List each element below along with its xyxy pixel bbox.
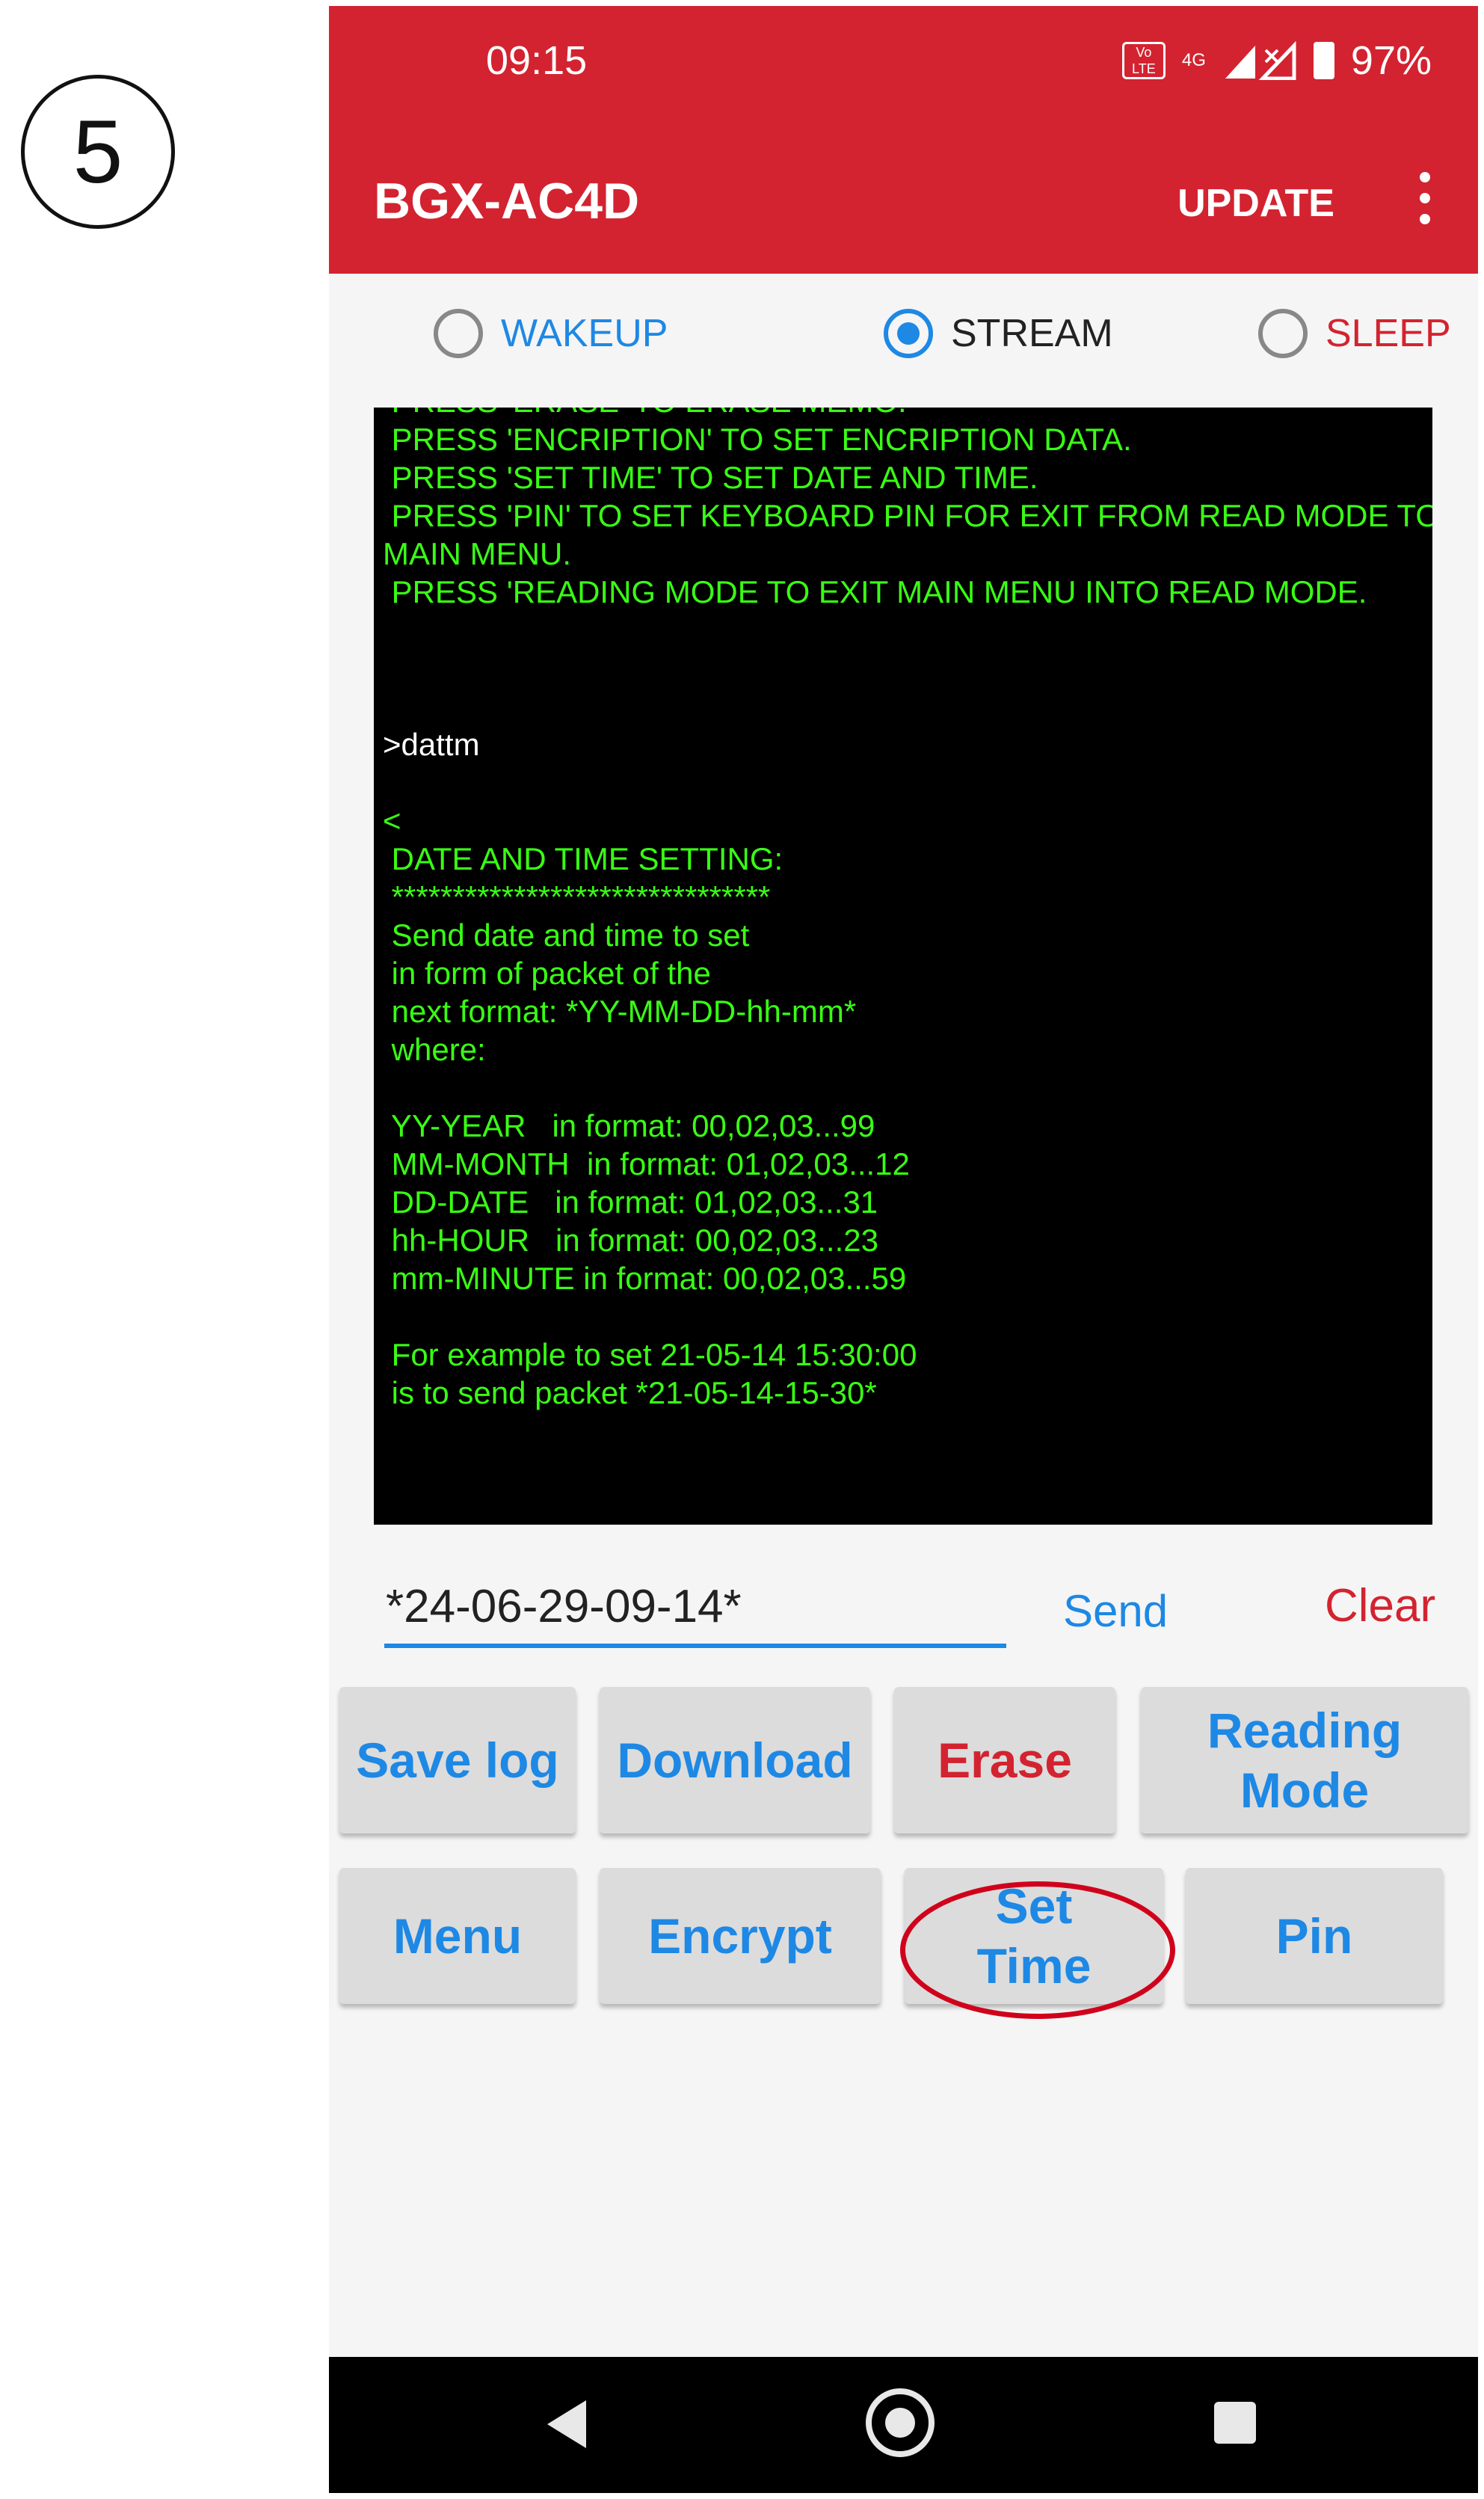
terminal-line: Send date and time to set [383,917,750,953]
terminal-log[interactable]: PRESS 'ERASE' TO ERASE MEMO. PRESS 'ENCR… [374,408,1432,1525]
mode-sleep-label: SLEEP [1326,312,1451,355]
terminal-line: where: [383,1032,486,1067]
terminal-line: is to send packet *21-05-14-15-30* [383,1375,877,1410]
recents-square-icon[interactable] [1214,2402,1256,2444]
mode-stream[interactable]: STREAM [884,309,1113,358]
back-triangle-icon[interactable] [547,2400,586,2448]
download-label: Download [617,1733,853,1788]
mode-stream-label: STREAM [951,312,1113,355]
terminal-line: PRESS 'PIN' TO SET KEYBOARD PIN FOR EXIT… [383,498,1432,533]
home-circle-icon[interactable] [866,2388,935,2457]
download-button[interactable]: Download [600,1687,870,1833]
device-title: BGX-AC4D [374,173,640,230]
terminal-line: next format: *YY-MM-DD-hh-mm* [383,994,857,1029]
terminal-command-line: >dattm [383,727,480,762]
mode-wakeup[interactable]: WAKEUP [434,309,668,358]
clear-button[interactable]: Clear [1325,1579,1435,1632]
network-type: 4G [1181,50,1206,70]
status-time: 09:15 [486,38,588,83]
status-bar: 09:15 Vo LTE 4G 97% [329,6,1478,118]
send-button[interactable]: Send [1063,1585,1168,1637]
save-log-label: Save log [356,1733,559,1788]
command-input[interactable] [384,1569,1006,1648]
menu-label: Menu [392,1908,523,1964]
terminal-line: MM-MONTH in format: 01,02,03...12 [383,1146,910,1181]
erase-button[interactable]: Erase [894,1687,1115,1833]
terminal-line: ******************************* [383,879,771,915]
radio-stream-icon[interactable] [884,309,933,358]
mode-sleep[interactable]: SLEEP [1258,309,1451,358]
terminal-line: DD-DATE in format: 01,02,03...31 [383,1184,878,1220]
signal-icon [1225,41,1296,80]
command-row: Send Clear [384,1569,1435,1659]
phone-screen: 09:15 Vo LTE 4G 97% BGX-AC4D UPDATE WAKEU… [329,6,1478,2493]
app-bar: BGX-AC4D UPDATE [329,118,1478,274]
highlight-ring [900,1881,1175,2019]
step-number-badge: 5 [21,75,175,229]
terminal-line: YY-YEAR in format: 00,02,03...99 [383,1108,875,1143]
terminal-line: PRESS 'READING MODE TO EXIT MAIN MENU IN… [383,574,1367,609]
mode-wakeup-label: WAKEUP [501,312,668,355]
encrypt-label: Encrypt [648,1908,832,1964]
radio-wakeup-icon[interactable] [434,309,483,358]
volte-icon: Vo LTE [1121,42,1166,79]
terminal-line: < [383,803,401,838]
terminal-line: mm-MINUTE in format: 00,02,03...59 [383,1261,907,1296]
radio-sleep-icon[interactable] [1258,309,1308,358]
terminal-line: For example to set 21-05-14 15:30:00 [383,1337,917,1372]
pin-label: Pin [1275,1908,1353,1964]
system-nav-bar [329,2357,1478,2493]
terminal-line: PRESS 'ERASE' TO ERASE MEMO. [383,408,1423,420]
terminal-line: DATE AND TIME SETTING: [383,841,783,876]
save-log-button[interactable]: Save log [339,1687,576,1833]
encrypt-button[interactable]: Encrypt [600,1868,881,2004]
update-button[interactable]: UPDATE [1177,181,1334,226]
reading-mode-button[interactable]: Reading Mode [1141,1687,1468,1833]
mode-radio-group: WAKEUP STREAM SLEEP [329,309,1478,384]
erase-label: Erase [937,1733,1072,1788]
status-icons: Vo LTE 4G 97% [1121,37,1432,84]
terminal-line: MAIN MENU. [383,536,571,571]
menu-button[interactable]: Menu [339,1868,576,2004]
reading-mode-label-2: Mode [1240,1762,1370,1818]
terminal-line: PRESS 'SET TIME' TO SET DATE AND TIME. [383,460,1038,495]
battery-icon [1313,42,1334,79]
pin-button[interactable]: Pin [1186,1868,1443,2004]
reading-mode-label-1: Reading [1207,1703,1403,1758]
terminal-line: PRESS 'ENCRIPTION' TO SET ENCRIPTION DAT… [383,422,1132,457]
terminal-line: in form of packet of the [383,956,711,991]
more-vertical-icon[interactable] [1420,172,1432,224]
terminal-line: hh-HOUR in format: 00,02,03...23 [383,1223,878,1258]
battery-percent: 97% [1350,38,1432,83]
